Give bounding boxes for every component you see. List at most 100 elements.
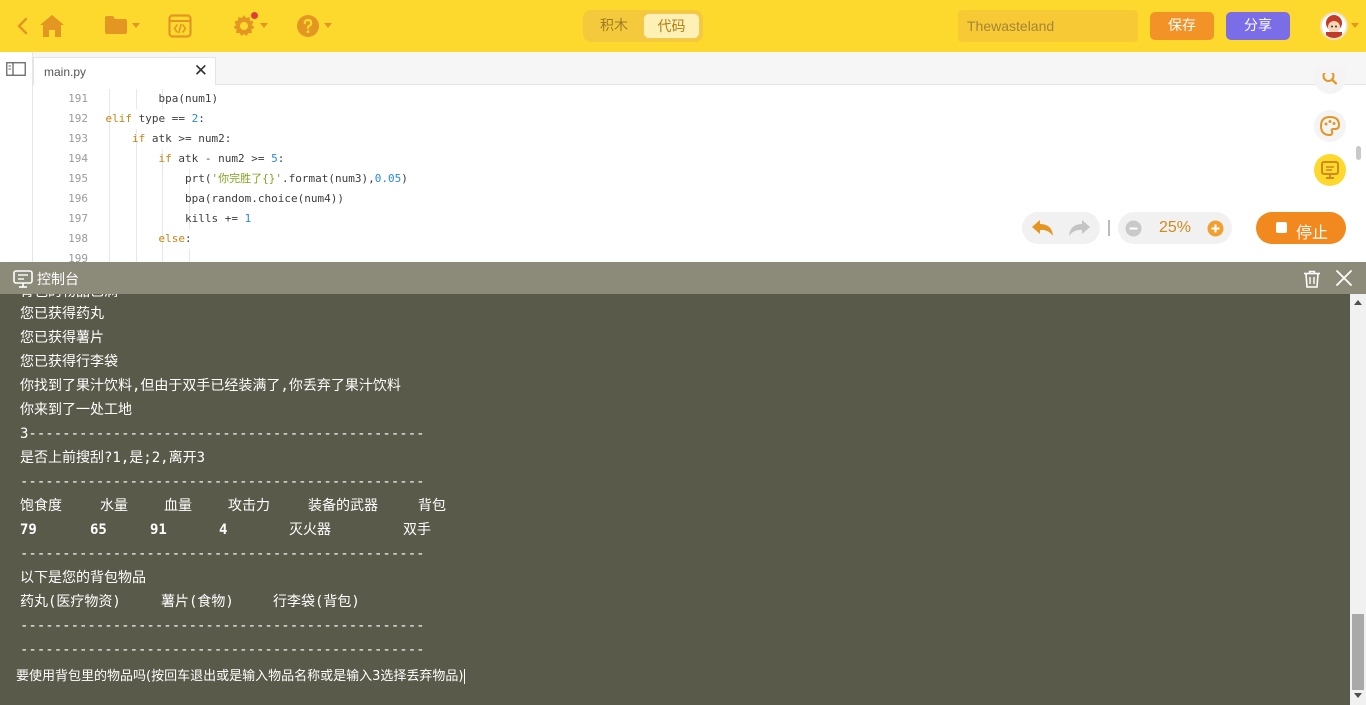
folder-icon[interactable] [104,14,128,36]
code-line: 191 bpa(num1) [33,89,1333,109]
indent-guide [109,149,110,169]
undo-icon[interactable] [1031,219,1055,242]
stats-header-cell: 饱食度 [20,498,62,514]
close-console-icon[interactable] [1336,270,1352,291]
code-mode-tab[interactable]: 代码 [643,13,700,39]
stats-value-cell: 4 [219,522,228,538]
presentation-screen-icon[interactable] [1314,154,1346,186]
code-line: 192 elif type == 2: [33,109,1333,129]
code-token: 1 [244,212,252,225]
code-line: 194 if atk - num2 >= 5: [33,149,1333,169]
stats-value-cell: 65 [90,522,107,538]
indent-guide [109,189,110,209]
file-tab-main-py[interactable]: main.py ✕ [33,57,216,86]
bag-item: 薯片(食物) [161,594,234,610]
code-token: if [132,132,146,145]
code-text: if atk - num2 >= 5: [159,149,285,169]
indent-guide [162,169,163,189]
line-number: 197 [68,212,88,225]
line-number: 191 [68,92,88,105]
console-line: 您已获得薯片 [20,330,104,346]
code-line: 193 if atk >= num2: [33,129,1333,149]
avatar-dropdown-caret-icon[interactable] [1351,23,1359,28]
console-prompt-text: 要使用背包里的物品吗(按回车退出或是输入物品名称或是输入3选择丢弃物品) [16,669,464,684]
code-token: '你完胜了{}' [211,172,283,185]
clear-console-trash-icon[interactable] [1303,270,1321,293]
console-input-prompt[interactable]: 要使用背包里的物品吗(按回车退出或是输入物品名称或是输入3选择丢弃物品) [16,665,466,689]
notification-dot-icon [251,12,258,19]
console-output[interactable]: 背包的物品已满 您已获得药丸 您已获得薯片 您已获得行李袋 你找到了果汁饮料,但… [0,294,1366,705]
code-token: elif [105,112,133,125]
code-token: : [198,112,205,125]
user-avatar[interactable] [1320,12,1348,40]
editor-scrollbar[interactable] [1356,146,1361,160]
scroll-up-arrow-icon[interactable] [1353,298,1363,306]
code-text: bpa(random.choice(num4)) [185,189,344,209]
indent-guide [162,249,163,262]
stats-header-cell: 血量 [164,498,192,514]
zoom-in-icon[interactable] [1207,220,1224,242]
stats-value-cell: 双手 [403,522,431,538]
indent-guide [109,129,110,149]
zoom-controls: 25% [1118,212,1232,244]
editor-mode-toggle: 积木 代码 [583,10,703,42]
indent-guide [109,249,110,262]
indent-guide [162,189,163,209]
bag-item: 药丸(医疗物资) [20,594,121,610]
theme-palette-icon[interactable] [1314,110,1346,142]
bag-item: 行李袋(背包) [273,594,360,610]
code-token: kills += [185,212,245,225]
code-file-icon[interactable] [168,14,192,38]
indent-guide [109,169,110,189]
console-line: 您已获得药丸 [20,306,104,322]
stats-header-cell: 攻击力 [228,498,270,514]
line-number: 195 [68,172,88,185]
code-token: .format(num3), [282,172,375,185]
code-text: kills += 1 [185,209,251,229]
blocks-mode-tab[interactable]: 积木 [587,13,641,39]
editor-left-gutter [0,52,33,262]
back-chevron-icon[interactable] [14,16,30,36]
stats-value-cell: 79 [20,522,37,538]
zoom-out-icon[interactable] [1125,220,1142,242]
close-tab-icon[interactable]: ✕ [194,61,208,81]
save-button[interactable]: 保存 [1150,12,1214,40]
code-line: 199 [33,249,1333,262]
help-dropdown-caret-icon[interactable] [324,23,332,28]
stop-square-icon [1276,222,1287,233]
stop-button[interactable]: 停止 [1256,212,1346,244]
project-name-input[interactable] [958,10,1138,42]
stats-header-cell: 背包 [418,498,446,514]
app-window: 积木 代码 保存 分享 main.py ✕ 191bpa(num1)192eli… [0,0,1366,705]
console-scrollbar-thumb[interactable] [1352,614,1364,690]
console-line: 是否上前搜刮?1,是;2,离开3 [20,450,206,466]
console-title: 控制台 [37,272,79,288]
code-token: bpa(random.choice(num4)) [185,192,344,205]
line-number: 198 [68,232,88,245]
stats-header-cell: 装备的武器 [308,498,378,514]
folder-dropdown-caret-icon[interactable] [132,23,140,28]
share-button[interactable]: 分享 [1226,12,1290,40]
indent-guide [162,209,163,229]
console-line: 您已获得行李袋 [20,354,118,370]
redo-icon[interactable] [1067,219,1091,242]
scroll-down-arrow-icon[interactable] [1353,692,1363,700]
console-separator: ----------------------------------------… [20,618,425,634]
code-text: else: [159,229,192,249]
line-number: 193 [68,132,88,145]
indent-guide [188,249,190,262]
top-toolbar: 积木 代码 保存 分享 [0,0,1366,52]
indent-guide [135,249,137,262]
stats-value-cell: 91 [150,522,167,538]
stats-value-cell: 灭火器 [289,522,331,538]
console-line: 你找到了果汁饮料,但由于双手已经装满了,你丢弃了果汁饮料 [20,378,401,394]
home-icon[interactable] [38,13,65,39]
console-header: 控制台 [0,262,1366,294]
indent-guide [135,89,137,109]
stats-header-cell: 水量 [100,498,128,514]
toggle-sidebar-icon[interactable] [6,62,26,81]
indent-guide [135,149,137,169]
help-question-icon[interactable] [296,14,320,38]
line-number: 196 [68,192,88,205]
settings-dropdown-caret-icon[interactable] [260,23,268,28]
